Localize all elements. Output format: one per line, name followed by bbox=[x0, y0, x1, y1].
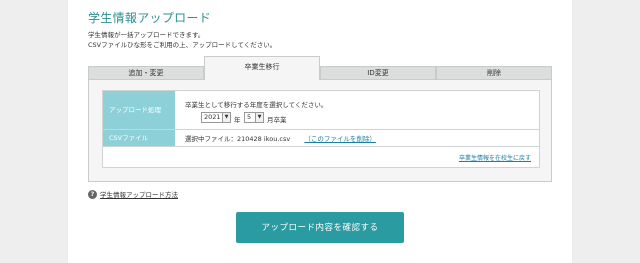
chevron-down-icon: ▼ bbox=[255, 113, 263, 122]
tab-add-change[interactable]: 追加・変更 bbox=[88, 66, 204, 80]
question-icon: ? bbox=[88, 189, 97, 199]
tab-panel: アップロード処理 卒業生として移行する年度を選択してください。 2021 ▼ 年… bbox=[88, 79, 552, 182]
tab-graduate-migration[interactable]: 卒業生移行 bbox=[204, 56, 320, 80]
month-unit-label: 月卒業 bbox=[267, 116, 287, 124]
chevron-down-icon: ▼ bbox=[222, 113, 230, 122]
instruction-text: 卒業生として移行する年度を選択してください。 bbox=[185, 101, 328, 109]
description-line-1: 学生情報が一括アップロードできます。 bbox=[88, 31, 205, 39]
tab-container: 追加・変更 卒業生移行 ID変更 削除 アップロード処理 卒業生として移行する年… bbox=[88, 56, 552, 182]
page-description: 学生情報が一括アップロードできます。 CSVファイルひな形をご利用の上、アップロ… bbox=[88, 30, 276, 50]
month-select-value: 5 bbox=[247, 113, 252, 121]
tab-delete[interactable]: 削除 bbox=[436, 66, 552, 80]
upload-form-table: アップロード処理 卒業生として移行する年度を選択してください。 2021 ▼ 年… bbox=[102, 90, 540, 168]
year-select[interactable]: 2021 ▼ bbox=[201, 112, 231, 123]
description-line-2: CSVファイルひな形をご利用の上、アップロードしてください。 bbox=[88, 41, 277, 49]
page-title: 学生情報アップロード bbox=[88, 11, 212, 25]
selected-file-name: 選択中ファイル：210428 ikou.csv bbox=[185, 135, 291, 143]
month-select[interactable]: 5 ▼ bbox=[244, 112, 264, 123]
upload-process-label: アップロード処理 bbox=[103, 91, 175, 129]
help-section: ? 学生情報アップロード方法 bbox=[88, 189, 178, 199]
delete-file-link[interactable]: （このファイルを削除） bbox=[304, 135, 376, 143]
year-unit-label: 年 bbox=[234, 116, 241, 124]
page-container: 学生情報アップロード 学生情報が一括アップロードできます。 CSVファイルひな形… bbox=[68, 0, 572, 263]
upload-help-link[interactable]: 学生情報アップロード方法 bbox=[100, 189, 178, 199]
tab-id-change[interactable]: ID変更 bbox=[320, 66, 436, 80]
selected-file-info: 選択中ファイル：210428 ikou.csv （このファイルを削除） bbox=[185, 133, 376, 143]
csv-file-label: CSVファイル bbox=[103, 130, 175, 146]
revert-to-enrolled-link[interactable]: 卒業生情報を在校生に戻す bbox=[459, 153, 531, 162]
confirm-upload-button[interactable]: アップロード内容を確認する bbox=[236, 212, 404, 243]
row-divider bbox=[103, 146, 539, 147]
year-select-value: 2021 bbox=[204, 113, 221, 121]
